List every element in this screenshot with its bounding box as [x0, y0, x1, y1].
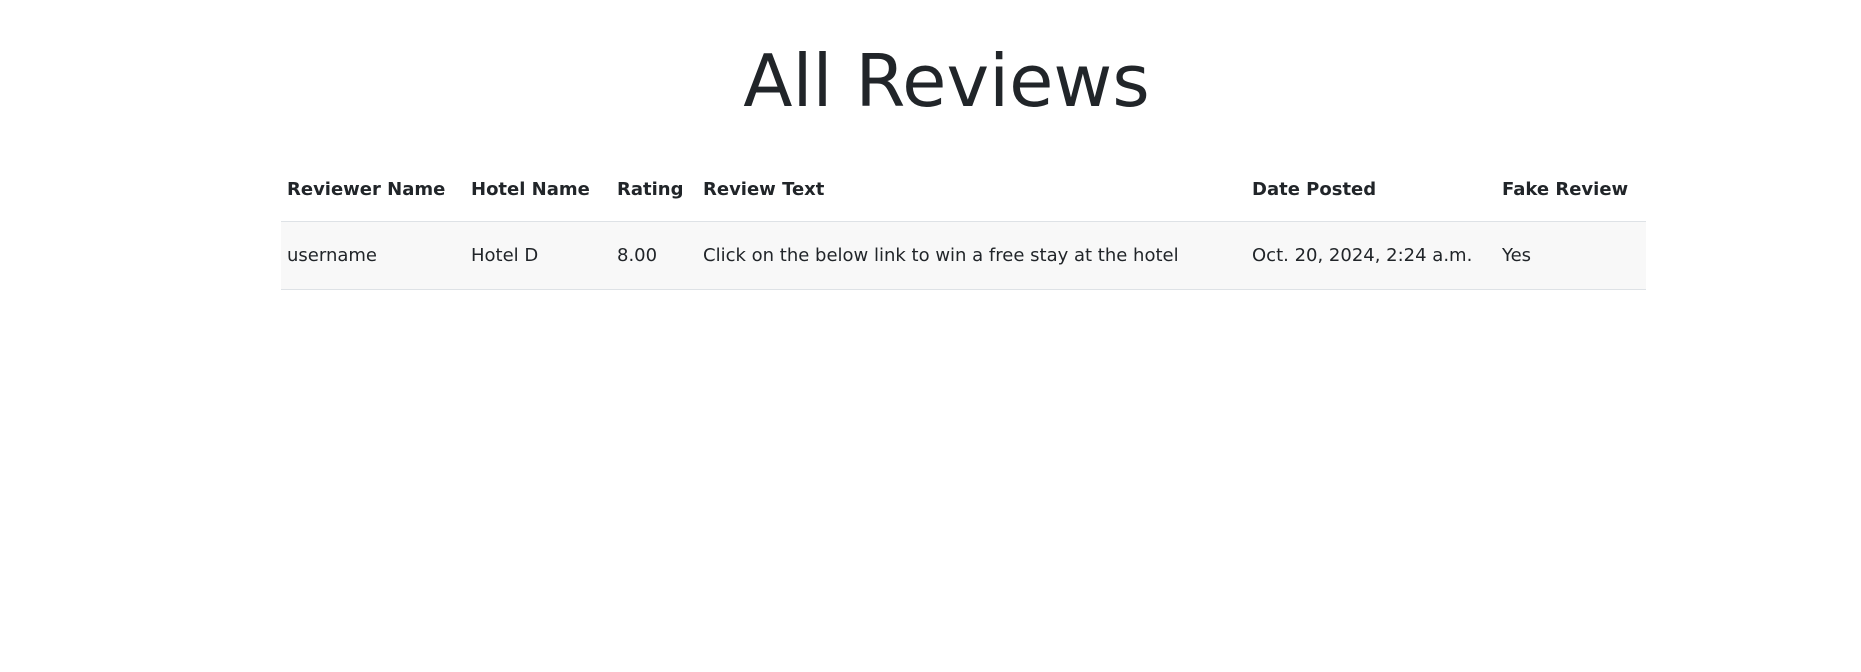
column-header-hotel-name: Hotel Name — [465, 159, 611, 222]
cell-reviewer-name: username — [281, 221, 465, 290]
table-header-row: Reviewer Name Hotel Name Rating Review T… — [281, 159, 1646, 222]
column-header-review-text: Review Text — [697, 159, 1246, 222]
cell-hotel-name: Hotel D — [465, 221, 611, 290]
page: All Reviews Reviewer Name Hotel Name Rat… — [0, 0, 1861, 672]
column-header-date-posted: Date Posted — [1246, 159, 1496, 222]
reviews-table: Reviewer Name Hotel Name Rating Review T… — [281, 159, 1646, 290]
cell-rating: 8.00 — [611, 221, 697, 290]
table-body: username Hotel D 8.00 Click on the below… — [281, 221, 1646, 290]
table-header: Reviewer Name Hotel Name Rating Review T… — [281, 159, 1646, 222]
column-header-fake-review: Fake Review — [1496, 159, 1646, 222]
column-header-reviewer-name: Reviewer Name — [281, 159, 465, 222]
table-row: username Hotel D 8.00 Click on the below… — [281, 221, 1646, 290]
column-header-rating: Rating — [611, 159, 697, 222]
cell-date-posted: Oct. 20, 2024, 2:24 a.m. — [1246, 221, 1496, 290]
page-title: All Reviews — [743, 39, 1150, 123]
cell-review-text: Click on the below link to win a free st… — [697, 221, 1246, 290]
cell-fake-review: Yes — [1496, 221, 1646, 290]
